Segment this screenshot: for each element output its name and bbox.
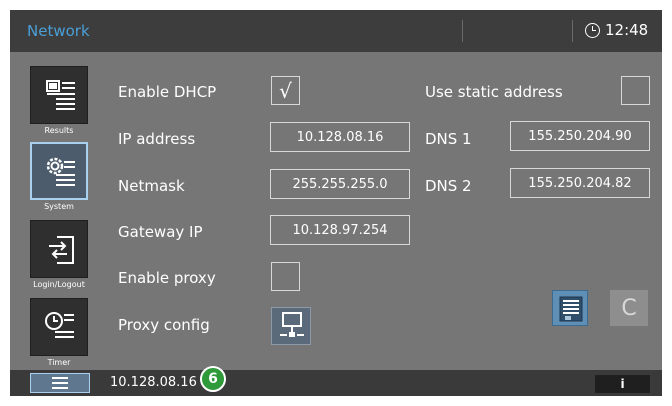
page-title: Network	[27, 22, 90, 40]
sidebar-item-label: Timer	[47, 358, 71, 367]
sidebar: Results System Login/Logout Timer	[10, 52, 110, 370]
enable-proxy-checkbox[interactable]	[271, 262, 300, 291]
dns2-field[interactable]: 155.250.204.82	[510, 168, 650, 198]
sidebar-item-timer[interactable]: Timer	[30, 298, 90, 367]
device-screen: Network 12:48 Results System Login/Logou…	[10, 10, 662, 396]
dns2-label: DNS 2	[425, 177, 472, 195]
sidebar-item-label: Login/Logout	[33, 280, 85, 289]
dns1-field[interactable]: 155.250.204.90	[510, 121, 650, 151]
timer-clock-icon	[43, 310, 74, 342]
info-button[interactable]: i	[595, 375, 650, 393]
menu-line	[52, 387, 68, 389]
checkmark-icon: √	[279, 78, 292, 103]
login-logout-icon	[47, 235, 75, 267]
use-static-checkbox[interactable]	[621, 76, 650, 105]
sidebar-item-system[interactable]: System	[30, 142, 90, 211]
clock-time: 12:48	[605, 21, 649, 39]
network-computer-icon	[280, 312, 304, 337]
enable-dhcp-checkbox[interactable]: √	[271, 76, 300, 105]
login-logout-tile[interactable]	[30, 220, 88, 278]
enable-dhcp-label: Enable DHCP	[118, 83, 217, 101]
menu-button[interactable]	[30, 373, 90, 393]
sidebar-item-login-logout[interactable]: Login/Logout	[30, 220, 90, 289]
header-divider	[462, 20, 463, 42]
cancel-button[interactable]: C	[610, 290, 648, 326]
enable-proxy-label: Enable proxy	[118, 269, 216, 287]
proxy-config-button[interactable]	[271, 307, 311, 345]
system-tile[interactable]	[30, 142, 88, 200]
timer-tile[interactable]	[30, 298, 88, 356]
save-icon	[559, 296, 583, 322]
save-button[interactable]	[552, 290, 588, 326]
gateway-ip-label: Gateway IP	[118, 223, 203, 241]
results-icon	[46, 80, 75, 112]
system-gear-icon	[44, 155, 75, 187]
clock-icon	[585, 22, 600, 38]
gateway-ip-field[interactable]: 10.128.97.254	[270, 215, 410, 245]
dns1-label: DNS 1	[425, 130, 472, 148]
sidebar-item-label: System	[44, 202, 74, 211]
sidebar-item-results[interactable]: Results	[30, 66, 90, 135]
ip-address-field[interactable]: 10.128.08.16	[270, 122, 410, 152]
menu-line	[52, 377, 68, 379]
use-static-label: Use static address	[425, 83, 563, 101]
netmask-label: Netmask	[118, 177, 185, 195]
notification-badge: 6	[200, 366, 226, 392]
footer-bar: 10.128.08.16 6 i	[10, 366, 662, 396]
ip-address-label: IP address	[118, 130, 196, 148]
header-divider	[572, 20, 573, 42]
footer-ip-address: 10.128.08.16	[110, 375, 197, 390]
netmask-field[interactable]: 255.255.255.0	[270, 169, 410, 199]
header-bar: Network 12:48	[10, 10, 662, 52]
proxy-config-label: Proxy config	[118, 316, 210, 334]
results-tile[interactable]	[30, 66, 88, 124]
clock: 12:48	[585, 21, 648, 39]
menu-line	[52, 382, 68, 384]
sidebar-item-label: Results	[44, 126, 74, 135]
